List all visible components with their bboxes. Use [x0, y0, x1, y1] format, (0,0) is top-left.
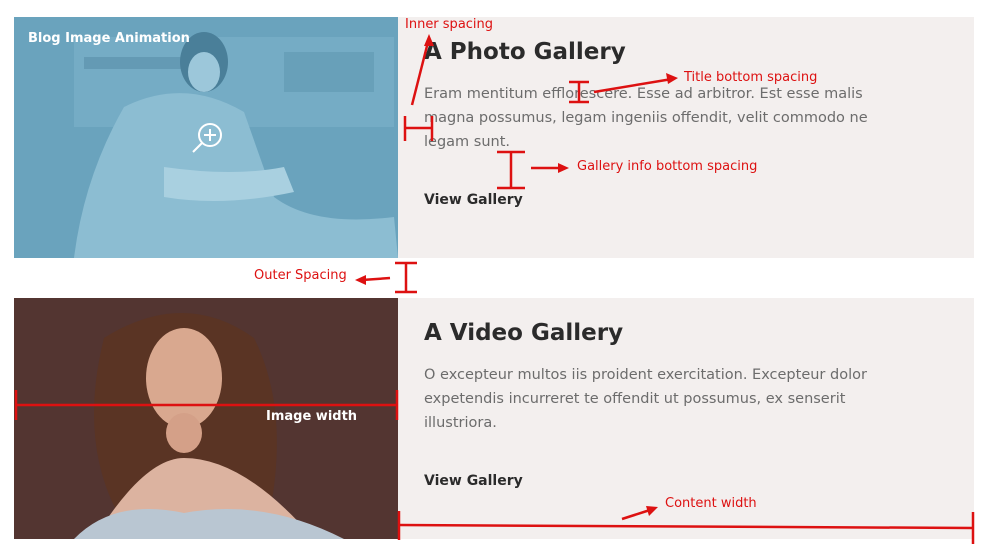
- gallery-info-photo: A Photo Gallery Eram mentitum effloresce…: [424, 38, 904, 154]
- view-gallery-link[interactable]: View Gallery: [424, 192, 523, 208]
- photo-gallery-thumbnail[interactable]: Blog Image Animation: [14, 17, 398, 258]
- gallery-title: A Video Gallery: [424, 320, 624, 346]
- annotation-inner-spacing: Inner spacing: [405, 17, 494, 32]
- view-gallery-link[interactable]: View Gallery: [424, 473, 523, 489]
- gallery-info-video: A Video Gallery O excepteur multos iis p…: [424, 319, 904, 435]
- annotation-image-width: Image width: [266, 409, 358, 424]
- zoom-in-icon[interactable]: [190, 121, 224, 155]
- thumbnail-label: Blog Image Animation: [28, 31, 190, 46]
- outer-spacing-arrow: [361, 276, 391, 282]
- annotation-content-width: Content width: [665, 496, 757, 511]
- annotation-info-bottom: Gallery info bottom spacing: [577, 159, 758, 174]
- annotation-title-bottom: Title bottom spacing: [684, 70, 818, 85]
- gallery-title: A Photo Gallery: [424, 39, 626, 65]
- annotation-outer-spacing: Outer Spacing: [254, 268, 347, 283]
- gallery-description: O excepteur multos iis proident exercita…: [424, 367, 867, 431]
- gallery-description: Eram mentitum efflorescere. Esse ad arbi…: [424, 86, 868, 150]
